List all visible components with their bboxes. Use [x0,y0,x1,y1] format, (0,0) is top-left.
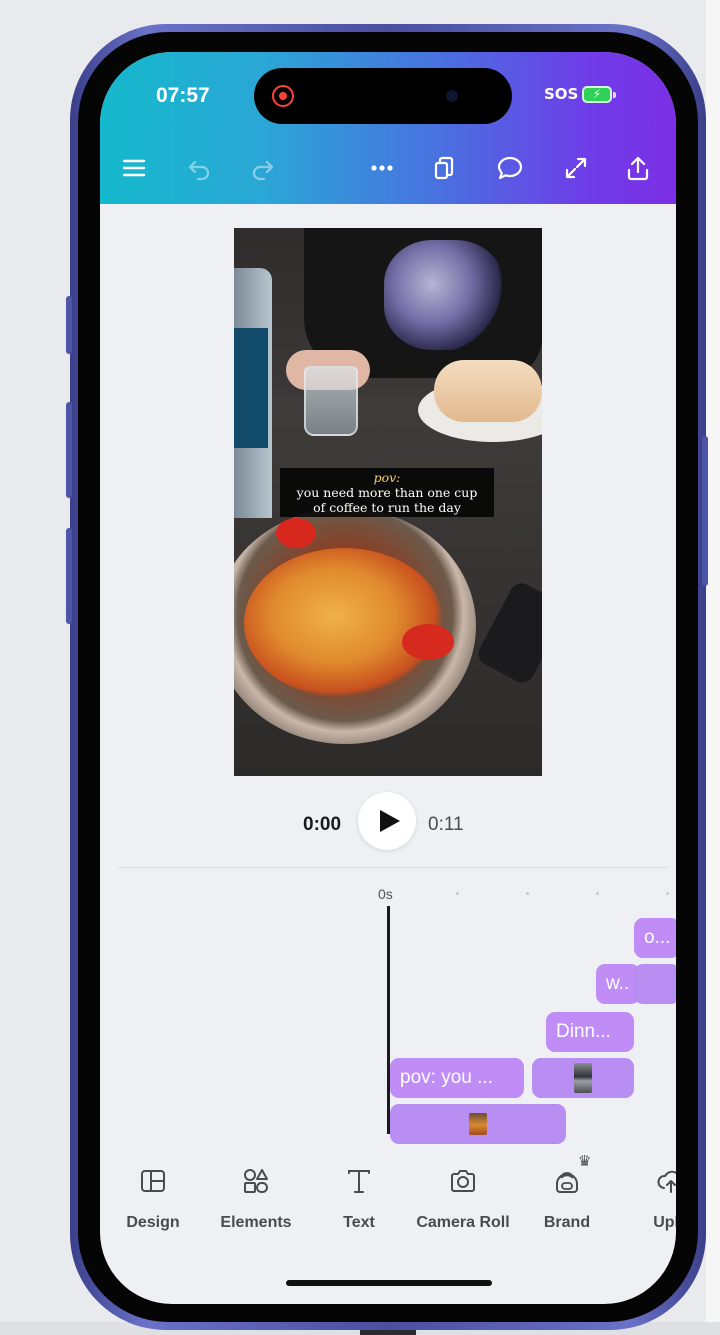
text-icon [348,1170,370,1193]
ruler-tick [456,892,459,895]
upload-icon [657,1170,676,1193]
video-fries [244,548,444,698]
bottom-toolbar: Design Elements Text Camera Roll Brand U… [100,1156,676,1252]
editor-top-bar: 07:57 SOS ⚡ [100,52,676,204]
volume-up-button [66,402,72,498]
phone-screen: 07:57 SOS ⚡ pov: you need more than one … [100,52,676,1304]
video-caption[interactable]: pov: you need more than one cup of coffe… [280,468,494,517]
more-icon[interactable] [362,148,402,188]
action-button [66,296,72,354]
playback-controls: 0:00 0:11 [100,792,676,862]
timeline-clip[interactable]: pov: you ... [390,1058,524,1098]
tool-uploads[interactable]: Uplo [616,1166,676,1232]
total-time: 0:11 [428,814,464,835]
timeline-clip[interactable]: Dinn... [546,1012,634,1052]
tool-brand[interactable]: Brand [512,1166,622,1232]
video-preview[interactable]: pov: you need more than one cup of coffe… [234,228,542,776]
power-button [702,436,708,586]
tool-label: Brand [543,1214,591,1231]
tool-label: Camera Roll [416,1214,510,1231]
tool-label: Text [343,1214,375,1231]
elements-icon [244,1169,268,1193]
volume-down-button [66,528,72,624]
tool-camera-roll[interactable]: Camera Roll [408,1166,518,1232]
battery-icon: ⚡ [582,86,616,103]
design-icon [141,1170,165,1192]
menu-icon[interactable] [114,148,154,188]
clip-thumbnail [469,1113,487,1135]
crown-icon: ♛ [578,1152,592,1170]
caption-line-2: you need more than one cup [296,485,478,500]
brand-icon [556,1172,578,1193]
pages-icon[interactable] [424,148,464,188]
tool-label: Uplo [653,1214,676,1231]
comment-icon[interactable] [490,148,530,188]
screen-record-icon [272,85,294,107]
fullscreen-icon[interactable] [556,148,596,188]
tool-text[interactable]: Text [304,1166,414,1232]
front-camera [446,90,458,102]
caption-line-3: of coffee to run the day [313,500,461,515]
current-time: 0:00 [303,814,342,835]
ruler-tick [596,892,599,895]
caption-line-1: pov: [373,470,401,485]
video-wrap [434,360,542,422]
home-indicator[interactable] [286,1280,492,1286]
playhead[interactable] [387,906,390,1134]
dynamic-island [254,68,512,124]
tool-elements[interactable]: Elements [201,1166,311,1232]
play-button[interactable] [358,792,416,850]
ruler-tick [526,892,529,895]
video-tomato [402,624,454,660]
video-shirt-print [384,240,504,350]
timeline-clip[interactable] [390,1104,566,1144]
redo-icon[interactable] [242,148,282,188]
sos-indicator: SOS [544,85,579,103]
clip-thumbnail [574,1063,592,1093]
background-edge [706,0,720,1335]
tool-design[interactable]: Design [100,1166,208,1232]
timeline[interactable]: 0s o... w.. Dinn... pov: you ... [100,868,676,1156]
video-tomato [276,518,316,548]
tool-label: Design [126,1214,180,1231]
camera-icon [451,1170,475,1192]
tool-label: Elements [220,1214,292,1231]
undo-icon[interactable] [180,148,220,188]
timeline-clip[interactable] [532,1058,634,1098]
status-time: 07:57 [156,84,210,107]
video-glass [304,366,358,436]
timeline-clip[interactable] [634,964,676,1004]
timeline-clip[interactable]: o... [634,918,676,958]
ruler-tick [666,892,669,895]
video-bottle-label [234,328,268,448]
ruler-label: 0s [378,886,393,902]
share-icon[interactable] [618,148,658,188]
charging-icon: ⚡ [592,87,602,101]
